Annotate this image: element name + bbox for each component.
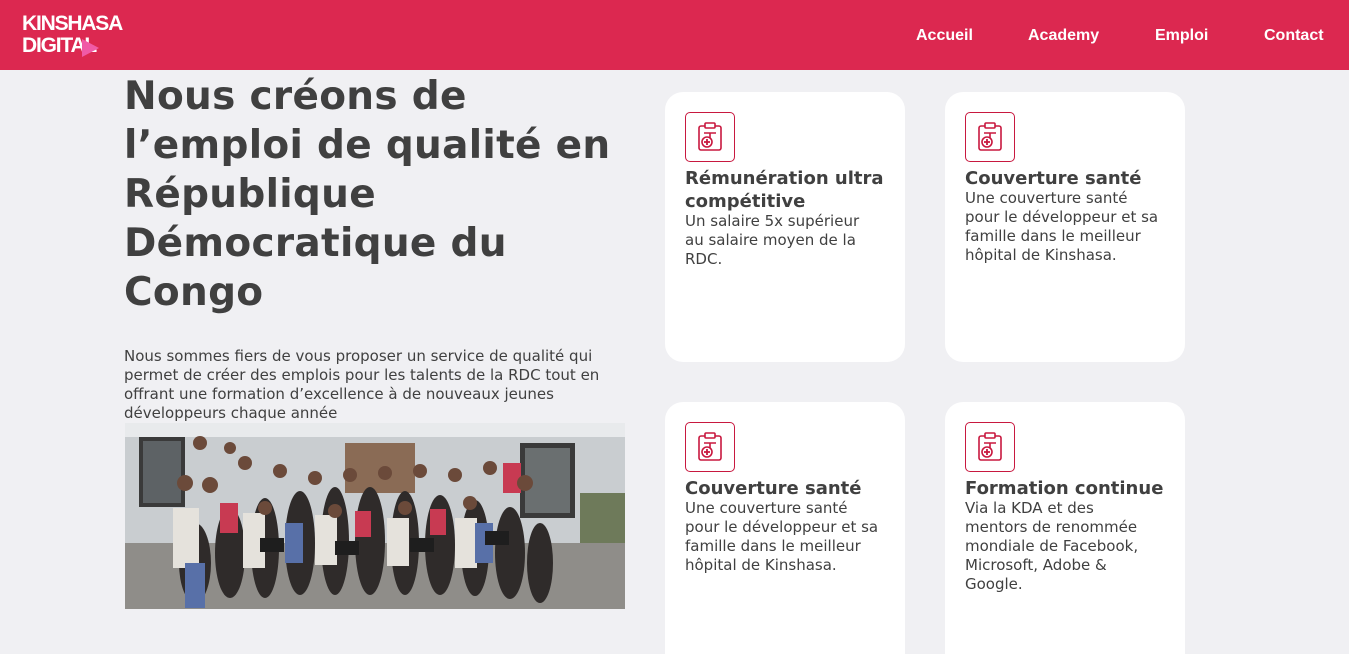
card-description: Un salaire 5x supérieur au salaire moyen… <box>685 212 860 268</box>
card-title: Couverture santé <box>965 168 1142 189</box>
site-header: KINSHASA DIGITAL Accueil Academy Emploi … <box>0 0 1349 70</box>
nav-item-accueil[interactable]: Accueil <box>916 27 973 45</box>
health-clipboard-icon <box>965 112 1015 162</box>
health-clipboard-icon <box>685 422 735 472</box>
health-clipboard-icon <box>685 112 735 162</box>
logo-line-1: KINSHASA <box>22 12 123 35</box>
benefit-card-health-1: Couverture santé Une couverture santé po… <box>945 92 1185 362</box>
benefit-card-remuneration: Rémunération ultra compétitive Un salair… <box>665 92 905 362</box>
nav-item-contact[interactable]: Contact <box>1264 27 1324 45</box>
card-description: Via la KDA et des mentors de renommée mo… <box>965 499 1139 593</box>
benefit-card-health-2: Couverture santé Une couverture santé po… <box>665 402 905 654</box>
card-description: Une couverture santé pour le développeur… <box>965 189 1159 264</box>
kinshasa-digital-logo[interactable]: KINSHASA DIGITAL <box>22 12 123 59</box>
benefit-card-training: Formation continue Via la KDA et des men… <box>945 402 1185 654</box>
card-description: Une couverture santé pour le développeur… <box>685 499 879 574</box>
card-title: Rémunération ultra compétitive <box>685 168 884 212</box>
team-group-photo <box>125 423 625 609</box>
card-title: Couverture santé <box>685 478 862 499</box>
play-icon <box>82 39 99 57</box>
nav-item-academy[interactable]: Academy <box>1028 27 1099 45</box>
health-clipboard-icon <box>965 422 1015 472</box>
nav-item-emploi[interactable]: Emploi <box>1155 27 1208 45</box>
card-title: Formation continue <box>965 478 1164 499</box>
hero-title: Nous créons de l’emploi de qualité en Ré… <box>124 74 611 315</box>
hero-description: Nous sommes fiers de vous proposer un se… <box>124 347 600 422</box>
